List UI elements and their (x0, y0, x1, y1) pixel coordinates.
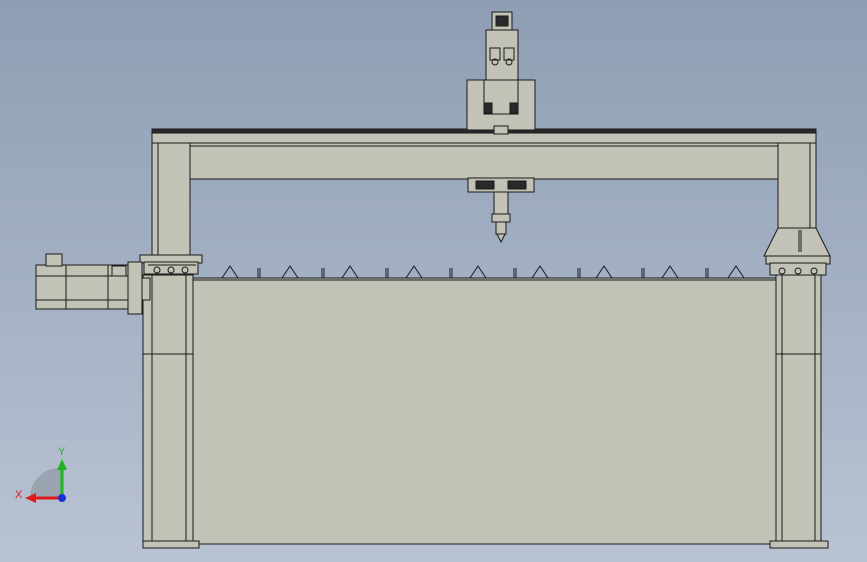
right-leg (769, 274, 829, 549)
view-triad: Y X (15, 446, 67, 503)
slat-teeth (200, 265, 772, 279)
spindle-head (466, 11, 536, 244)
left-leg (142, 274, 200, 549)
cad-3d-viewport[interactable]: Y X (0, 0, 867, 562)
y-axis-label: Y (58, 446, 66, 458)
machine-base (189, 277, 779, 545)
z-axis-dot (58, 494, 66, 502)
servo-motor (35, 253, 151, 315)
left-carriage (139, 254, 203, 275)
x-axis-label: X (15, 489, 23, 501)
y-axis-arrowhead (57, 459, 67, 470)
right-carriage (763, 227, 831, 276)
gantry-machine-model (35, 11, 831, 549)
